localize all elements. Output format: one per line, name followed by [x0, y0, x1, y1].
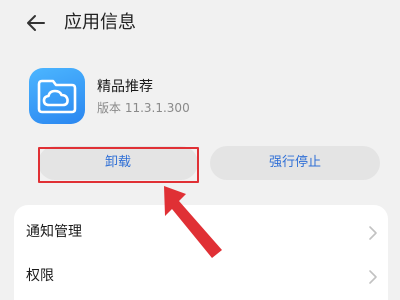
page-title: 应用信息	[64, 12, 136, 33]
app-info-page: 应用信息 精品推荐 版本 11.3.1.300 卸载 强行停止 通知管理 权限	[0, 0, 400, 300]
cloud-folder-icon	[37, 79, 77, 114]
settings-item-permissions[interactable]: 权限	[14, 255, 388, 299]
chevron-right-icon	[369, 270, 377, 284]
settings-item-notifications[interactable]: 通知管理	[14, 211, 388, 255]
back-button[interactable]	[24, 11, 48, 35]
app-icon	[29, 68, 85, 124]
uninstall-button[interactable]: 卸载	[38, 146, 198, 180]
back-arrow-icon	[27, 15, 45, 31]
settings-item-label: 权限	[26, 268, 54, 284]
chevron-right-icon	[369, 226, 377, 240]
header-bar: 应用信息	[0, 0, 400, 48]
force-stop-button[interactable]: 强行停止	[210, 146, 380, 180]
settings-card: 通知管理 权限	[14, 205, 388, 300]
settings-item-label: 通知管理	[26, 224, 82, 240]
app-version: 版本 11.3.1.300	[97, 101, 190, 115]
app-name: 精品推荐	[97, 79, 153, 95]
